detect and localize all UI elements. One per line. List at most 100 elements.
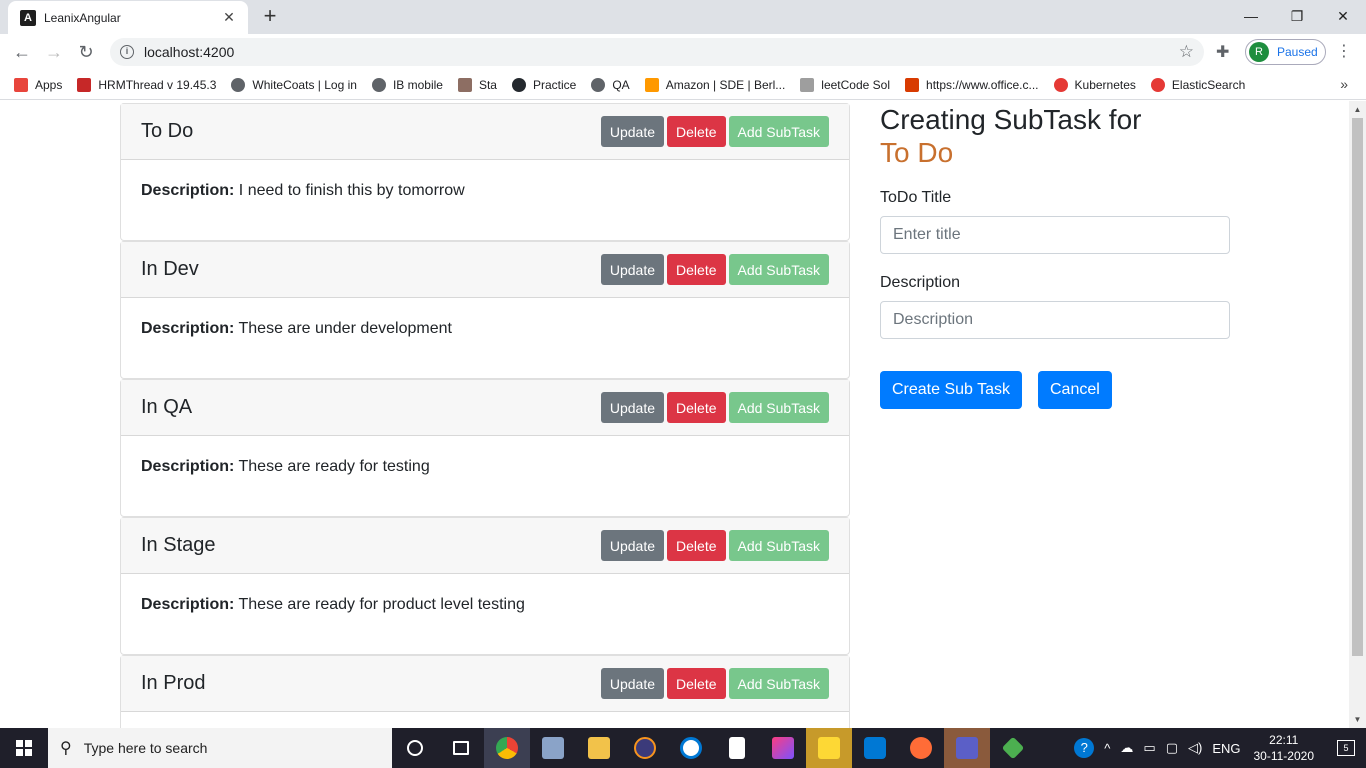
intellij-icon[interactable] xyxy=(760,728,806,768)
card-body: Description: These are under development xyxy=(121,298,849,360)
bookmark-label: WhiteCoats | Log in xyxy=(252,77,357,92)
form-actions: Create Sub Task Cancel xyxy=(880,371,1230,409)
bookmark-item[interactable]: Apps xyxy=(14,77,62,92)
close-window-icon[interactable]: ✕ xyxy=(1320,0,1366,32)
add-subtask-button[interactable]: Add SubTask xyxy=(728,530,829,561)
cortana-icon[interactable] xyxy=(392,728,438,768)
chrome-icon[interactable] xyxy=(484,728,530,768)
back-arrow-icon[interactable]: ← xyxy=(10,40,34,64)
update-button[interactable]: Update xyxy=(600,668,665,699)
amazon-icon xyxy=(644,77,659,92)
subtask-form: Creating SubTask for To Do ToDo Title De… xyxy=(880,103,1230,409)
add-subtask-button[interactable]: Add SubTask xyxy=(728,116,829,147)
delete-button[interactable]: Delete xyxy=(667,668,726,699)
notification-icon[interactable]: 5 xyxy=(1326,728,1366,768)
update-button[interactable]: Update xyxy=(600,116,665,147)
url-text[interactable]: localhost:4200 xyxy=(144,44,1179,60)
file-explorer-icon[interactable] xyxy=(576,728,622,768)
update-button[interactable]: Update xyxy=(600,254,665,285)
clock[interactable]: 22:11 30-11-2020 xyxy=(1254,732,1315,764)
taskbar-search-placeholder: Type here to search xyxy=(83,740,208,756)
bookmark-item[interactable]: HRMThread v 19.45.3 xyxy=(77,77,216,92)
address-bar[interactable]: i localhost:4200 ☆ xyxy=(110,38,1204,66)
minimize-icon[interactable]: — xyxy=(1228,0,1274,32)
card-title: In Prod xyxy=(141,672,206,694)
git-icon[interactable] xyxy=(990,728,1036,768)
add-subtask-button[interactable]: Add SubTask xyxy=(728,668,829,699)
delete-button[interactable]: Delete xyxy=(667,254,726,285)
tab-close-icon[interactable]: ✕ xyxy=(220,9,238,26)
delete-button[interactable]: Delete xyxy=(667,530,726,561)
kebab-menu-icon[interactable]: ⋮ xyxy=(1336,41,1352,61)
language-indicator[interactable]: ENG xyxy=(1212,741,1240,756)
bookmark-item[interactable]: https://www.office.c... xyxy=(905,77,1039,92)
form-parent-title: To Do xyxy=(880,137,954,168)
sql-server-icon[interactable] xyxy=(530,728,576,768)
create-subtask-button[interactable]: Create Sub Task xyxy=(880,371,1022,409)
browser-tab[interactable]: A LeanixAngular ✕ xyxy=(8,1,248,34)
bookmark-item[interactable]: WhiteCoats | Log in xyxy=(231,77,357,92)
maximize-icon[interactable]: ❐ xyxy=(1274,0,1320,32)
notepad-icon[interactable] xyxy=(714,728,760,768)
extensions-puzzle-icon[interactable]: ✚ xyxy=(1216,42,1229,62)
onedrive-icon[interactable]: ☁ xyxy=(1120,740,1133,756)
bookmark-item[interactable]: Practice xyxy=(511,77,576,92)
office-icon xyxy=(905,77,920,92)
scroll-down-icon[interactable]: ▼ xyxy=(1349,711,1366,728)
sticky-notes-icon[interactable] xyxy=(806,728,852,768)
bookmarks-overflow-icon[interactable]: » xyxy=(1340,76,1348,92)
bookmark-item[interactable]: leetCode Sol xyxy=(800,77,891,92)
forward-arrow-icon[interactable]: → xyxy=(42,40,66,64)
delete-button[interactable]: Delete xyxy=(667,392,726,423)
add-subtask-button[interactable]: Add SubTask xyxy=(728,392,829,423)
teams-icon[interactable] xyxy=(944,728,990,768)
youtube-icon xyxy=(1053,77,1068,92)
c-app-icon[interactable] xyxy=(668,728,714,768)
apps-grid-icon xyxy=(14,77,28,92)
description-input[interactable] xyxy=(880,301,1230,339)
scroll-thumb[interactable] xyxy=(1352,118,1363,656)
scroll-up-icon[interactable]: ▲ xyxy=(1349,101,1366,118)
card-description: I need to finish this by tomorrow xyxy=(238,182,465,199)
cancel-button[interactable]: Cancel xyxy=(1038,371,1112,409)
start-button[interactable] xyxy=(0,728,48,768)
reload-icon[interactable]: ↻ xyxy=(74,40,98,64)
youtube-icon xyxy=(1150,77,1165,92)
bookmark-item[interactable]: Kubernetes xyxy=(1053,77,1136,92)
site-info-icon[interactable]: i xyxy=(120,45,134,59)
bookmark-label: leetCode Sol xyxy=(821,77,891,92)
bookmark-label: QA xyxy=(612,77,630,92)
bookmark-item[interactable]: ElasticSearch xyxy=(1150,77,1245,92)
task-view-icon[interactable] xyxy=(438,728,484,768)
windows-taskbar: ⚲ Type here to search ? ^ ☁ ▭ ▢ ◁) ENG 2… xyxy=(0,728,1366,768)
profile-button[interactable]: R Paused xyxy=(1245,39,1326,65)
update-button[interactable]: Update xyxy=(600,530,665,561)
taskbar-search[interactable]: ⚲ Type here to search xyxy=(48,728,392,768)
title-input[interactable] xyxy=(880,216,1230,254)
display-icon[interactable]: ▢ xyxy=(1166,740,1178,756)
bookmark-item[interactable]: Amazon | SDE | Berl... xyxy=(644,77,785,92)
globe-icon xyxy=(591,77,606,92)
vscode-icon[interactable] xyxy=(852,728,898,768)
bookmark-item[interactable]: QA xyxy=(591,77,630,92)
bookmark-star-icon[interactable]: ☆ xyxy=(1179,42,1194,62)
chevron-up-icon[interactable]: ^ xyxy=(1104,741,1110,756)
network-icon[interactable]: ▭ xyxy=(1143,740,1155,756)
postman-icon[interactable] xyxy=(898,728,944,768)
page-scrollbar[interactable]: ▲ ▼ xyxy=(1349,101,1366,728)
chart-icon xyxy=(800,77,815,92)
bookmark-item[interactable]: Sta xyxy=(457,77,497,92)
eclipse-icon[interactable] xyxy=(622,728,668,768)
description-label: Description: xyxy=(141,596,235,613)
title-label: ToDo Title xyxy=(880,189,952,206)
tab-strip: A LeanixAngular ✕ + — ❐ ✕ xyxy=(0,0,1366,34)
update-button[interactable]: Update xyxy=(600,392,665,423)
new-tab-button[interactable]: + xyxy=(258,5,282,27)
bookmark-item[interactable]: IB mobile xyxy=(371,77,443,92)
delete-button[interactable]: Delete xyxy=(667,116,726,147)
volume-icon[interactable]: ◁) xyxy=(1188,740,1202,756)
todo-card: In Prod Update Delete Add SubTask xyxy=(120,655,850,728)
add-subtask-button[interactable]: Add SubTask xyxy=(728,254,829,285)
profile-status: Paused xyxy=(1277,45,1318,59)
help-icon[interactable]: ? xyxy=(1074,738,1095,758)
